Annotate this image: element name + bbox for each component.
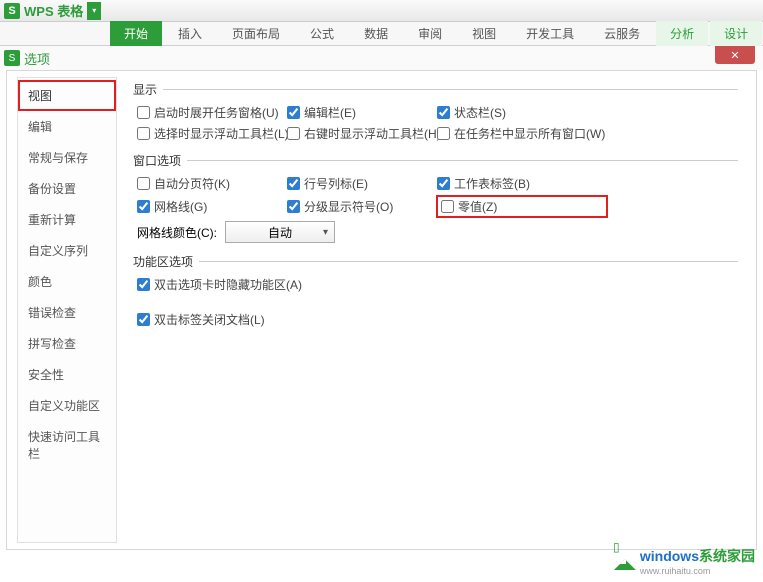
chk-startup-pane[interactable]: 启动时展开任务窗格(U) <box>137 104 287 121</box>
app-title: WPS 表格 <box>24 1 83 20</box>
chk-label: 右键时显示浮动工具栏(H) <box>304 125 441 142</box>
sidebar-item-edit[interactable]: 编辑 <box>18 111 116 142</box>
sidebar-item-custom-ribbon[interactable]: 自定义功能区 <box>18 390 116 421</box>
chk-row-col[interactable]: 行号列标(E) <box>287 175 437 192</box>
chk-label: 自动分页符(K) <box>154 175 230 192</box>
chk-sheet-tab[interactable]: 工作表标签(B) <box>437 175 607 192</box>
chk-label: 分级显示符号(O) <box>304 198 393 215</box>
chk-gridlines[interactable]: 网格线(G) <box>137 196 287 217</box>
chk-label: 状态栏(S) <box>454 104 506 121</box>
divider <box>199 261 738 262</box>
chk-label: 零值(Z) <box>458 198 497 215</box>
group-window-title: 窗口选项 <box>133 152 181 169</box>
ribbon-tab-cloud[interactable]: 云服务 <box>590 21 654 46</box>
chk-zero-value[interactable]: 零值(Z) <box>437 196 607 217</box>
chk-dbl-close[interactable]: 双击标签关闭文档(L) <box>137 311 738 328</box>
divider <box>163 89 738 90</box>
chk-label: 编辑栏(E) <box>304 104 356 121</box>
divider <box>187 160 738 161</box>
content-panel: 显示 启动时展开任务窗格(U) 编辑栏(E) 状态栏(S) 选择时显示浮动工具栏… <box>125 77 746 543</box>
sidebar-item-spell[interactable]: 拼写检查 <box>18 328 116 359</box>
chk-label: 启动时展开任务窗格(U) <box>154 104 279 121</box>
ribbon-tab-analyze[interactable]: 分析 <box>656 21 708 46</box>
watermark-text-blue: windows <box>640 548 699 564</box>
chk-label: 工作表标签(B) <box>454 175 530 192</box>
chk-rclick-float[interactable]: 右键时显示浮动工具栏(H) <box>287 125 437 142</box>
sidebar-item-recalc[interactable]: 重新计算 <box>18 204 116 235</box>
watermark: windows系统家园 www.ruihaitu.com <box>614 546 755 576</box>
watermark-sub: www.ruihaitu.com <box>640 566 755 576</box>
chk-label: 双击选项卡时隐藏功能区(A) <box>154 276 302 293</box>
dialog-title: 选项 <box>24 49 50 68</box>
chk-status-bar[interactable]: 状态栏(S) <box>437 104 607 121</box>
sidebar-item-security[interactable]: 安全性 <box>18 359 116 390</box>
chk-label: 网格线(G) <box>154 198 207 215</box>
group-display-title: 显示 <box>133 81 157 98</box>
app-menu-dropdown[interactable]: ▾ <box>87 2 101 20</box>
titlebar: S WPS 表格 ▾ <box>0 0 763 22</box>
ribbon-tab-design[interactable]: 设计 <box>710 21 762 46</box>
group-window: 窗口选项 自动分页符(K) 行号列标(E) 工作表标签(B) 网格线(G) 分级… <box>133 152 738 243</box>
chk-label: 行号列标(E) <box>304 175 368 192</box>
grid-color-label: 网格线颜色(C): <box>137 224 217 241</box>
dialog-header: S 选项 ✕ <box>0 46 763 70</box>
chk-label: 在任务栏中显示所有窗口(W) <box>454 125 605 142</box>
ribbon-tab-formula[interactable]: 公式 <box>296 21 348 46</box>
sidebar-item-color[interactable]: 颜色 <box>18 266 116 297</box>
sidebar: 视图 编辑 常规与保存 备份设置 重新计算 自定义序列 颜色 错误检查 拼写检查… <box>17 77 117 543</box>
chk-label: 选择时显示浮动工具栏(L) <box>154 125 289 142</box>
group-ribbon-opt: 功能区选项 双击选项卡时隐藏功能区(A) 双击标签关闭文档(L) <box>133 253 738 328</box>
chk-taskbar-all[interactable]: 在任务栏中显示所有窗口(W) <box>437 125 607 142</box>
watermark-text-green: 系统家园 <box>699 548 755 564</box>
ribbon-tab-insert[interactable]: 插入 <box>164 21 216 46</box>
sidebar-item-custom-list[interactable]: 自定义序列 <box>18 235 116 266</box>
sidebar-item-qat[interactable]: 快速访问工具栏 <box>18 421 116 469</box>
close-button[interactable]: ✕ <box>715 46 755 64</box>
ribbon-tab-start[interactable]: 开始 <box>110 21 162 46</box>
ribbon-tab-data[interactable]: 数据 <box>350 21 402 46</box>
sidebar-item-view[interactable]: 视图 <box>18 80 116 111</box>
chk-edit-bar[interactable]: 编辑栏(E) <box>287 104 437 121</box>
group-display: 显示 启动时展开任务窗格(U) 编辑栏(E) 状态栏(S) 选择时显示浮动工具栏… <box>133 81 738 142</box>
dialog-body: 视图 编辑 常规与保存 备份设置 重新计算 自定义序列 颜色 错误检查 拼写检查… <box>6 70 757 550</box>
grid-color-combo[interactable]: 自动 <box>225 221 335 243</box>
group-ribbon-opt-title: 功能区选项 <box>133 253 193 270</box>
chk-outline[interactable]: 分级显示符号(O) <box>287 196 437 217</box>
sidebar-item-general[interactable]: 常规与保存 <box>18 142 116 173</box>
chk-label: 双击标签关闭文档(L) <box>154 311 265 328</box>
combo-value: 自动 <box>268 224 292 241</box>
chk-dbl-hide[interactable]: 双击选项卡时隐藏功能区(A) <box>137 276 738 293</box>
ribbon: 开始 插入 页面布局 公式 数据 审阅 视图 开发工具 云服务 分析 设计 <box>0 22 763 46</box>
sidebar-item-error[interactable]: 错误检查 <box>18 297 116 328</box>
ribbon-tab-dev[interactable]: 开发工具 <box>512 21 588 46</box>
ribbon-tab-page-layout[interactable]: 页面布局 <box>218 21 294 46</box>
dialog-icon: S <box>4 50 20 66</box>
app-icon: S <box>4 3 20 19</box>
sidebar-item-backup[interactable]: 备份设置 <box>18 173 116 204</box>
ribbon-tab-review[interactable]: 审阅 <box>404 21 456 46</box>
chk-select-float[interactable]: 选择时显示浮动工具栏(L) <box>137 125 287 142</box>
chk-auto-page[interactable]: 自动分页符(K) <box>137 175 287 192</box>
watermark-logo-icon <box>614 552 636 570</box>
ribbon-tab-view[interactable]: 视图 <box>458 21 510 46</box>
